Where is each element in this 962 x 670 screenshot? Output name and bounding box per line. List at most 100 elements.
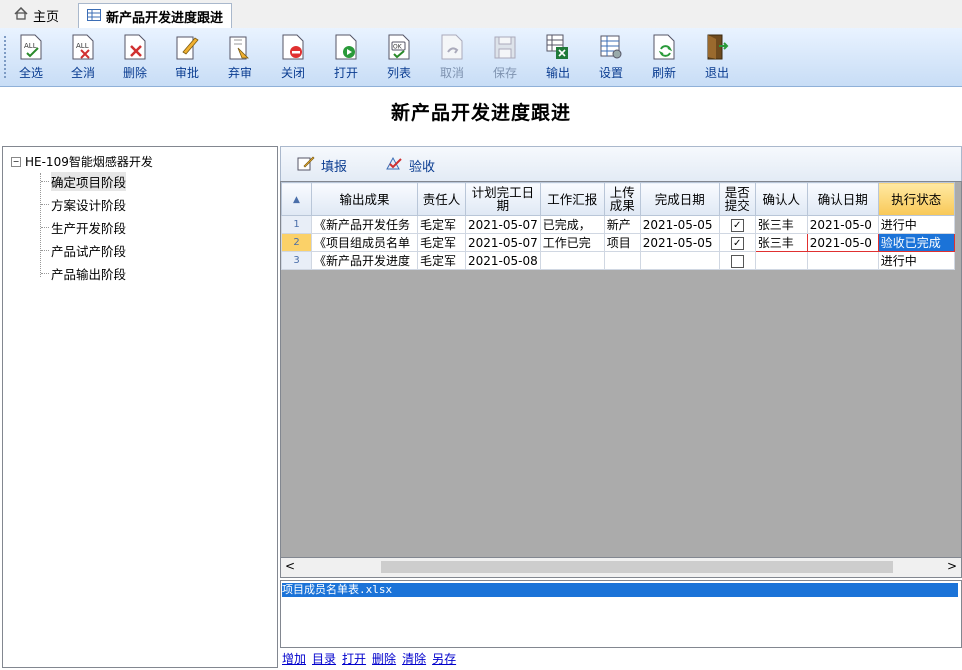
tab-bar: 主页 新产品开发进度跟进 (0, 0, 962, 29)
cell-owner[interactable]: 毛定军 (417, 215, 466, 234)
attachment-list[interactable]: 项目成员名单表.xlsx (280, 580, 962, 648)
select-all-icon: ALL (19, 34, 43, 60)
select-all-button[interactable]: ALL 全选 (10, 32, 52, 82)
approve-button[interactable]: 审批 (166, 32, 208, 82)
tree-item-2[interactable]: 生产开发阶段 (41, 217, 126, 237)
scrollbar-thumb[interactable] (381, 561, 893, 573)
submitted-checkbox[interactable]: ✓ (730, 236, 744, 250)
cell-status[interactable]: 进行中 (877, 251, 955, 270)
table-row[interactable]: 1 《新产品开发任务 毛定军 2021-05-07 已完成， 新产 2021-05-05 ✓ 张… (281, 215, 955, 234)
deselect-all-button[interactable]: ALL 全消 (62, 32, 104, 82)
cell-submitted[interactable] (718, 251, 756, 270)
link-clear[interactable]: 清除 (402, 650, 426, 667)
link-delete[interactable]: 删除 (372, 650, 396, 667)
cell-confirmer[interactable] (754, 251, 808, 270)
tree-root[interactable]: − HE-109智能烟感器开发 (11, 153, 153, 170)
cell-plan-date[interactable]: 2021-05-07 (465, 233, 541, 252)
link-add[interactable]: 增加 (282, 650, 306, 667)
tab-new-product-progress[interactable]: 新产品开发进度跟进 (78, 3, 233, 29)
cell-upload[interactable]: 项目 (603, 233, 641, 252)
row-number[interactable]: 1 (281, 215, 312, 234)
exit-button[interactable]: 退出 (696, 32, 738, 82)
col-confirmer[interactable]: 确认人 (754, 182, 808, 216)
settings-button[interactable]: 设置 (590, 32, 632, 82)
link-directory[interactable]: 目录 (312, 650, 336, 667)
row-number[interactable]: 3 (281, 251, 312, 270)
export-icon (546, 34, 570, 60)
tab-home[interactable]: 主页 (6, 3, 67, 27)
horizontal-scrollbar[interactable]: < > (280, 557, 962, 578)
cancel-button[interactable]: 取消 (431, 32, 473, 82)
col-confirm-date[interactable]: 确认日期 (806, 182, 879, 216)
cell-confirmer[interactable]: 张三丰 (754, 215, 808, 234)
cell-owner[interactable]: 毛定军 (417, 251, 466, 270)
tree-item-label: 方案设计阶段 (51, 197, 127, 213)
cell-status[interactable]: 进行中 (877, 215, 955, 234)
delete-button[interactable]: 删除 (114, 32, 156, 82)
accept-icon (385, 155, 403, 175)
export-button[interactable]: 输出 (537, 32, 579, 82)
refresh-button[interactable]: 刷新 (643, 32, 685, 82)
cell-submitted[interactable]: ✓ (718, 215, 756, 234)
cell-upload[interactable]: 新产 (603, 215, 641, 234)
scroll-right-icon[interactable]: > (947, 559, 957, 573)
toolbar-button-label: 设置 (598, 66, 623, 80)
link-open[interactable]: 打开 (342, 650, 366, 667)
page-title: 新产品开发进度跟进 (390, 102, 571, 124)
stage-tree[interactable]: − HE-109智能烟感器开发 确定项目阶段 方案设计阶段 生产开发阶段 产品试… (2, 146, 278, 668)
close-doc-button[interactable]: 关闭 (272, 32, 314, 82)
submitted-checkbox[interactable] (730, 254, 744, 268)
cell-confirmer[interactable]: 张三丰 (754, 233, 808, 252)
list-button[interactable]: OK 列表 (378, 32, 420, 82)
col-report[interactable]: 工作汇报 (539, 182, 605, 216)
table-row[interactable]: 2 《项目组成员名单 毛定军 2021-05-07 工作已完 项目 2021-05-05 ✓ 张… (281, 233, 955, 252)
accept-button[interactable]: 验收 (385, 155, 435, 175)
tree-item-0[interactable]: 确定项目阶段 (41, 171, 127, 191)
cell-confirm-date[interactable] (806, 251, 879, 270)
row-number-header[interactable]: ▲ (281, 182, 312, 216)
cell-report[interactable]: 工作已完 (539, 233, 605, 252)
collapse-icon[interactable]: − (11, 156, 21, 167)
grid-header-row: ▲ 输出成果 责任人 计划完工日期 工作汇报 上传成果 完成日期 是否提交 确认… (281, 182, 955, 216)
fill-button[interactable]: 填报 (297, 155, 347, 175)
tree-item-label: 产品输出阶段 (51, 266, 127, 282)
cell-output[interactable]: 《项目组成员名单 (311, 233, 418, 252)
cell-owner[interactable]: 毛定军 (417, 233, 466, 252)
attachment-item[interactable]: 项目成员名单表.xlsx (282, 583, 958, 597)
cell-upload[interactable] (603, 251, 641, 270)
cell-output[interactable]: 《新产品开发进度 (311, 251, 418, 270)
cell-confirm-date[interactable]: 2021-05-0 (806, 233, 879, 252)
progress-grid[interactable]: ▲ 输出成果 责任人 计划完工日期 工作汇报 上传成果 完成日期 是否提交 确认… (280, 181, 962, 578)
attachment-links: 增加 目录 打开 删除 清除 另存 (282, 650, 456, 667)
cell-done-date[interactable] (639, 251, 720, 270)
cell-confirm-date[interactable]: 2021-05-0 (806, 215, 879, 234)
cell-done-date[interactable]: 2021-05-05 (639, 233, 720, 252)
table-row[interactable]: 3 《新产品开发进度 毛定军 2021-05-08 进行中 (281, 251, 955, 270)
grid-icon (87, 8, 101, 25)
cell-report[interactable] (539, 251, 605, 270)
col-output[interactable]: 输出成果 (311, 182, 418, 216)
unapprove-button[interactable]: 弃审 (219, 32, 261, 82)
col-done-date[interactable]: 完成日期 (639, 182, 720, 216)
cell-done-date[interactable]: 2021-05-05 (639, 215, 720, 234)
col-submitted[interactable]: 是否提交 (718, 182, 756, 216)
cell-status[interactable]: 验收已完成 (877, 233, 955, 252)
cell-plan-date[interactable]: 2021-05-07 (465, 215, 541, 234)
tree-item-3[interactable]: 产品试产阶段 (41, 240, 126, 260)
col-upload[interactable]: 上传成果 (603, 182, 641, 216)
cell-plan-date[interactable]: 2021-05-08 (465, 251, 541, 270)
cell-output[interactable]: 《新产品开发任务 (311, 215, 418, 234)
cell-submitted[interactable]: ✓ (718, 233, 756, 252)
submitted-checkbox[interactable]: ✓ (730, 218, 744, 232)
col-plan-date[interactable]: 计划完工日期 (465, 182, 541, 216)
link-save-as[interactable]: 另存 (432, 650, 456, 667)
col-owner[interactable]: 责任人 (417, 182, 466, 216)
cell-report[interactable]: 已完成， (539, 215, 605, 234)
scroll-left-icon[interactable]: < (285, 559, 295, 573)
tree-item-4[interactable]: 产品输出阶段 (41, 263, 126, 283)
tree-item-1[interactable]: 方案设计阶段 (41, 194, 126, 214)
col-status[interactable]: 执行状态 (877, 182, 955, 216)
save-button[interactable]: 保存 (484, 32, 526, 82)
row-number[interactable]: 2 (281, 233, 312, 252)
open-doc-button[interactable]: 打开 (325, 32, 367, 82)
